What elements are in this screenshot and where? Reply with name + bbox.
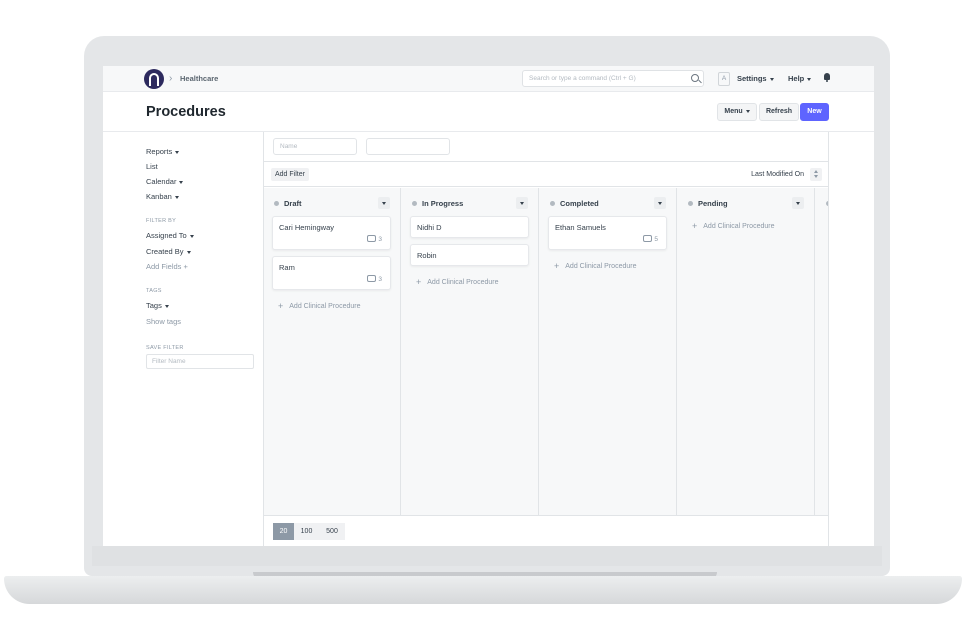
caret-down-icon <box>745 109 750 113</box>
name-filter-input[interactable]: Name <box>273 138 357 155</box>
page-size-100[interactable]: 100 <box>294 523 319 540</box>
column-title: In Progress <box>412 199 463 208</box>
created-by-filter[interactable]: Created By <box>146 247 191 256</box>
plus-icon: + <box>183 262 188 271</box>
column-title: Pending <box>688 199 728 208</box>
status-dot-icon <box>826 200 828 206</box>
caret-down-icon <box>164 304 169 308</box>
settings-dropdown[interactable]: Settings <box>737 74 774 83</box>
kanban-column-completed: Completed Ethan Samuels 5 + Add Clinical … <box>540 188 677 515</box>
column-dropdown-icon[interactable] <box>516 197 528 209</box>
add-card-button[interactable]: + Add Clinical Procedure <box>278 300 360 311</box>
card-title: Robin <box>417 251 437 260</box>
column-dropdown-icon[interactable] <box>654 197 666 209</box>
breadcrumb[interactable]: Healthcare <box>180 74 218 83</box>
page-size-20[interactable]: 20 <box>273 523 294 540</box>
new-button[interactable]: New <box>800 103 829 121</box>
sort-order-icon[interactable] <box>810 168 822 181</box>
comment-icon <box>367 274 377 282</box>
tags-dropdown[interactable]: Tags <box>146 301 169 310</box>
kanban-card[interactable]: Cari Hemingway 3 <box>272 216 391 250</box>
caret-down-icon <box>189 234 194 238</box>
kanban-column-next <box>816 188 828 515</box>
plus-icon: + <box>278 301 284 311</box>
comment-count: 3 <box>367 234 382 243</box>
search-placeholder: Search or type a command (Ctrl + G) <box>529 75 636 82</box>
notification-bell-icon[interactable] <box>823 73 831 82</box>
add-filter-button[interactable]: Add Filter <box>271 168 309 181</box>
kanban-card[interactable]: Ram 3 <box>272 256 391 290</box>
sidebar-item-calendar[interactable]: Calendar <box>146 177 184 186</box>
column-dropdown-icon[interactable] <box>378 197 390 209</box>
kanban-card[interactable]: Robin <box>410 244 529 266</box>
chevron-right-icon: › <box>169 73 173 84</box>
card-title: Ram <box>279 263 295 272</box>
laptop-base <box>4 576 962 604</box>
kanban-card[interactable]: Nidhi D <box>410 216 529 238</box>
plus-icon: + <box>416 277 422 287</box>
assigned-to-filter[interactable]: Assigned To <box>146 231 194 240</box>
show-tags-link[interactable]: Show tags <box>146 317 181 326</box>
filter-name-input[interactable]: Filter Name <box>146 354 254 369</box>
comment-count: 3 <box>367 274 382 283</box>
add-card-button[interactable]: + Add Clinical Procedure <box>692 220 774 231</box>
refresh-button[interactable]: Refresh <box>759 103 799 121</box>
filter-by-heading: FILTER BY <box>146 218 177 224</box>
app-logo[interactable] <box>144 69 164 89</box>
search-input[interactable]: Search or type a command (Ctrl + G) <box>522 70 704 87</box>
sidebar-item-list[interactable]: List <box>146 162 158 171</box>
sidebar-item-kanban[interactable]: Kanban <box>146 192 179 201</box>
kanban-column-draft: Draft Cari Hemingway 3 Ram 3 + Add Clinic… <box>264 188 401 515</box>
column-dropdown-icon[interactable] <box>792 197 804 209</box>
add-card-button[interactable]: + Add Clinical Procedure <box>416 276 498 287</box>
kanban-column-in-progress: In Progress Nidhi D Robin + Add Clinical … <box>402 188 539 515</box>
card-title: Ethan Samuels <box>555 223 606 232</box>
app-screen: › Healthcare Search or type a command (C… <box>103 66 874 546</box>
plus-icon: + <box>692 221 698 231</box>
comment-count: 5 <box>643 234 658 243</box>
navbar: › Healthcare Search or type a command (C… <box>103 66 874 92</box>
caret-down-icon <box>174 195 179 199</box>
save-filter-heading: SAVE FILTER <box>146 345 184 351</box>
card-title: Nidhi D <box>417 223 442 232</box>
paging-area: 20 100 500 <box>264 515 828 546</box>
comment-icon <box>367 234 377 242</box>
status-dot-icon <box>688 200 693 206</box>
kanban-card[interactable]: Ethan Samuels 5 <box>548 216 667 250</box>
comment-icon <box>643 234 653 242</box>
kanban-column-pending: Pending + Add Clinical Procedure <box>678 188 815 515</box>
page-size-500[interactable]: 500 <box>319 523 345 540</box>
caret-down-icon <box>186 250 191 254</box>
laptop-bezel <box>92 546 882 566</box>
add-fields-link[interactable]: Add Fields + <box>146 262 188 271</box>
caret-down-icon <box>807 77 812 81</box>
search-icon <box>691 74 699 82</box>
page-title: Procedures <box>146 104 226 120</box>
main-panel: Name Add Filter Last Modified On Draft C… <box>263 132 829 546</box>
caret-down-icon <box>179 180 184 184</box>
status-dot-icon <box>412 200 417 206</box>
menu-button[interactable]: Menu <box>717 103 757 121</box>
column-title: Completed <box>550 199 599 208</box>
help-dropdown[interactable]: Help <box>788 74 812 83</box>
caret-down-icon <box>769 77 774 81</box>
status-dot-icon <box>274 200 279 206</box>
status-dot-icon <box>550 200 555 206</box>
sidebar-item-reports[interactable]: Reports <box>146 147 180 156</box>
card-title: Cari Hemingway <box>279 223 335 232</box>
add-card-button[interactable]: + Add Clinical Procedure <box>554 260 636 271</box>
filter-bar: Add Filter Last Modified On <box>264 163 828 187</box>
column-title: Draft <box>274 199 302 208</box>
tags-heading: TAGS <box>146 288 162 294</box>
avatar[interactable]: A <box>718 72 730 86</box>
plus-icon: + <box>554 261 560 271</box>
caret-down-icon <box>175 150 180 154</box>
column-title <box>826 199 828 208</box>
standard-filters: Name <box>264 132 828 162</box>
filter-input[interactable] <box>366 138 450 155</box>
kanban-board: Draft Cari Hemingway 3 Ram 3 + Add Clinic… <box>264 188 828 515</box>
sort-selector[interactable]: Last Modified On <box>751 171 804 178</box>
